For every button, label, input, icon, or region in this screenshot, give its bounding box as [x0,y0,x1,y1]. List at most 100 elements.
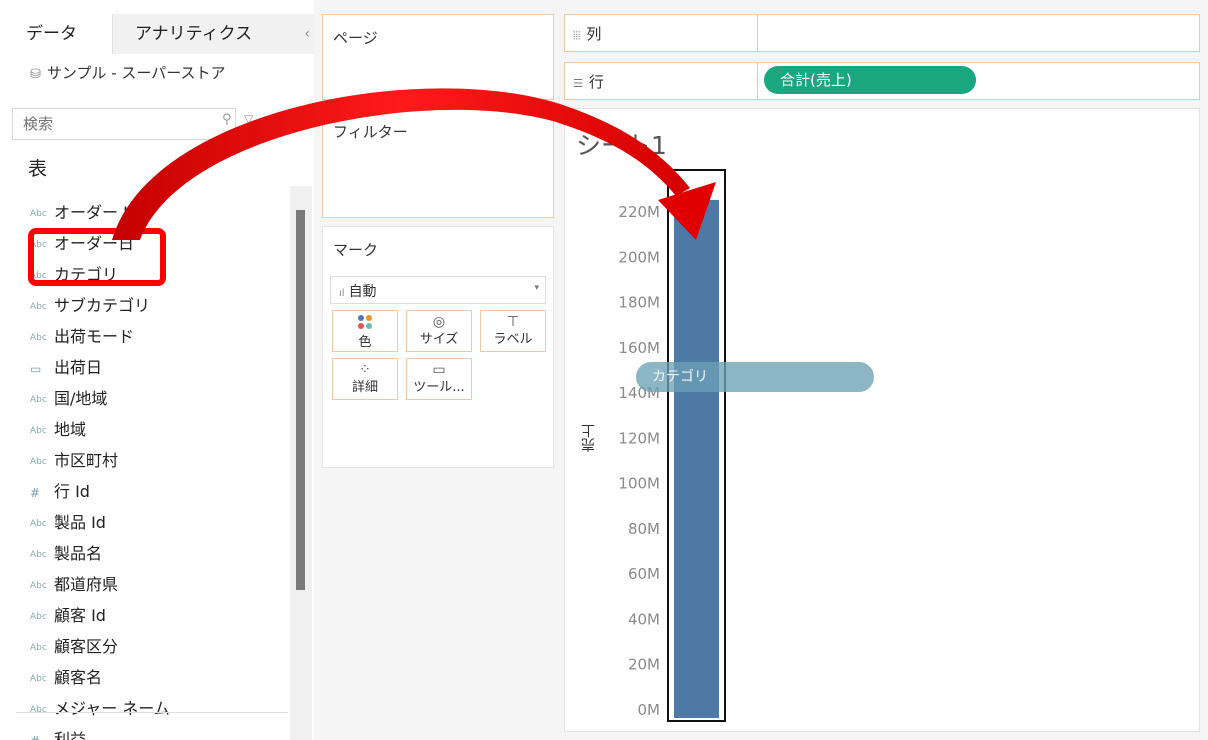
detail-button[interactable]: ⁘ 詳細 [332,358,398,400]
color-button-label: 色 [358,335,372,350]
field-label: 顧客名 [54,668,103,687]
y-tick-label: 60M [628,565,660,583]
string-type-icon: Abc [30,611,47,622]
collapse-pane-icon[interactable]: ‹ [304,14,310,54]
datasource-icon: ⛁ [30,67,41,82]
datasource-label: サンプル - スーパーストア [46,64,226,82]
size-icon: ◎ [432,314,446,330]
field-item[interactable]: Abc 顧客 Id [30,601,106,631]
search-icon[interactable]: ⚲ [222,112,232,127]
field-label: 行 Id [54,482,90,501]
size-button-label: サイズ [419,332,459,347]
color-button[interactable]: 色 [332,310,398,352]
columns-label-text: 列 [586,25,602,43]
field-item[interactable]: Abc メジャー ネーム [30,694,170,724]
number-type-icon: # [30,726,54,740]
speech-bubble-icon: ▭ [432,362,446,378]
field-item[interactable]: Abc 国/地域 [30,384,107,414]
search-input[interactable] [12,108,236,140]
pages-shelf-title: ページ [333,29,378,47]
scrollbar-thumb[interactable] [296,210,305,590]
field-item[interactable]: Abc オーダー Id [30,198,138,228]
detail-dots-icon: ⁘ [359,362,371,378]
field-item[interactable]: Abc 出荷モード [30,322,134,352]
mark-type-value: 自動 [348,284,377,300]
bar[interactable] [674,199,719,719]
chevron-down-icon: ▾ [534,283,539,293]
field-label: 出荷モード [54,327,135,346]
filter-icon[interactable]: ▽ [244,112,253,126]
tab-data[interactable]: データ [0,14,112,54]
field-item[interactable]: Abc サブカテゴリ [30,291,150,321]
columns-icon: ⦙⦙⦙ [573,29,581,42]
string-type-icon: Abc [30,673,47,684]
table-heading: 表 [28,158,48,180]
string-type-icon: Abc [30,208,47,219]
field-item[interactable]: Abc 製品名 [30,539,102,569]
field-item[interactable]: Abc 地域 [30,415,86,445]
field-item[interactable]: Abc 顧客名 [30,663,102,693]
text-label-icon: ⊤ [506,314,520,330]
y-tick-label: 80M [628,520,660,538]
field-item[interactable]: # 行 Id [30,477,90,507]
label-button-label: ラベル [493,332,533,347]
y-tick-label: 220M [618,203,660,221]
tooltip-button[interactable]: ▭ ツール... [406,358,472,400]
color-palette-icon [333,313,397,334]
y-tick-label: 100M [618,475,660,493]
string-type-icon: Abc [30,642,47,653]
marks-card-title: マーク [333,241,379,259]
field-label: 出荷日 [54,358,103,377]
string-type-icon: Abc [30,301,47,312]
field-item[interactable]: Abc 都道府県 [30,570,118,600]
pages-shelf[interactable]: ページ [322,14,554,100]
field-label: メジャー ネーム [54,699,170,718]
sheet-title[interactable]: シート1 [576,126,667,162]
divider [16,712,288,713]
rows-shelf-label: ☰ 行 [573,71,604,92]
y-tick-label: 20M [628,656,660,674]
field-item[interactable]: Abc 市区町村 [30,446,118,476]
field-label: サブカテゴリ [54,296,151,315]
string-type-icon: Abc [30,518,47,529]
tab-analytics-label: アナリティクス [135,24,253,44]
columns-shelf[interactable]: ⦙⦙⦙ 列 [564,14,1200,52]
string-type-icon: Abc [30,456,47,467]
divider [757,63,758,99]
y-tick-label: 160M [618,339,660,357]
field-item[interactable]: Abc 顧客区分 [30,632,118,662]
field-label: 市区町村 [54,451,119,470]
field-item[interactable]: Abc 製品 Id [30,508,106,538]
size-button[interactable]: ◎ サイズ [406,310,472,352]
label-button[interactable]: ⊤ ラベル [480,310,546,352]
bar-chart-icon: ıl [339,288,345,299]
y-tick-label: 180M [618,294,660,312]
datasource-item[interactable]: ⛁ サンプル - スーパーストア [30,62,226,83]
columns-shelf-label: ⦙⦙⦙ 列 [573,23,601,44]
field-label: 国/地域 [54,389,108,408]
field-label: 利益 [54,730,87,740]
dragging-category-pill[interactable]: カテゴリ [636,362,874,392]
sum-sales-pill[interactable]: 合計(売上) [764,66,976,94]
data-pane-tabs: データ アナリティクス ‹ [0,14,316,54]
field-item[interactable]: ▭ 出荷日 [30,353,102,383]
mark-type-select[interactable]: ıl 自動 ▾ [330,276,546,304]
y-tick-label: 120M [618,429,660,447]
string-type-icon: Abc [30,580,47,591]
field-label: 都道府県 [54,575,119,594]
category-highlight-box [28,228,166,286]
detail-button-label: 詳細 [351,380,378,395]
field-item[interactable]: #利益 [30,725,86,740]
field-label: 製品名 [54,544,103,563]
field-label: 製品 Id [54,513,106,532]
chevron-down-icon[interactable]: ▾ [290,114,295,125]
view-options-icon[interactable]: ☰ [266,114,277,128]
data-pane: データ アナリティクス ‹ ⛁サンプル - スーパーストア ⚲ ▽ ☰ ▾ 表 … [0,0,316,740]
string-type-icon: Abc [30,332,47,343]
rows-icon: ☰ [573,77,583,90]
calendar-icon: ▭ [30,361,42,376]
tab-analytics[interactable]: アナリティクス ‹ [112,14,316,54]
field-label: オーダー Id [54,203,138,222]
filters-shelf[interactable]: フィルター [322,108,554,218]
number-type-icon: # [30,485,41,500]
